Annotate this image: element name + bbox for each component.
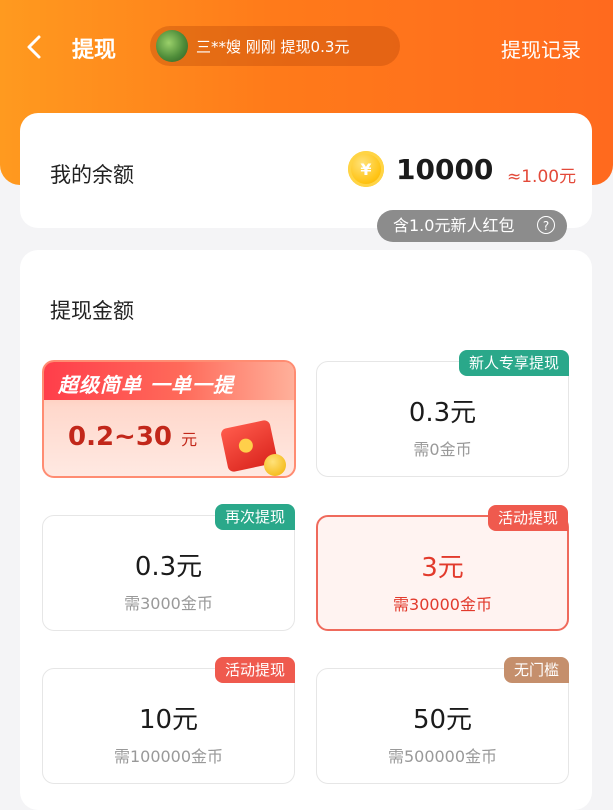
option-amount: 3元	[421, 553, 464, 583]
coin-balance: 10000	[396, 153, 494, 186]
page-title: 提现	[72, 38, 117, 63]
promo-withdraw-option[interactable]: 超级简单 一单一提 0.2~30 元	[42, 360, 296, 478]
option-requirement: 需3000金币	[124, 594, 213, 613]
option-requirement: 需30000金币	[393, 595, 492, 614]
new-user-redpacket-note[interactable]: 含1.0元新人红包 ?	[377, 210, 567, 242]
avatar	[156, 30, 188, 62]
top-nav-bar: 提现 三**嫂 刚刚 提现0.3元 提现记录	[0, 20, 613, 76]
option-amount: 0.3元	[134, 552, 203, 582]
option-tag: 再次提现	[214, 504, 295, 530]
option-tag: 新人专享提现	[458, 350, 569, 376]
option-requirement: 需0金币	[413, 440, 472, 459]
option-tag: 无门槛	[503, 657, 569, 683]
withdraw-option-3-selected[interactable]: 活动提现 3元 需30000金币	[316, 505, 569, 631]
balance-approx-value: ≈1.00元	[507, 167, 577, 187]
coin-icon	[264, 454, 286, 476]
redpacket-note-text: 含1.0元新人红包	[393, 216, 515, 235]
promo-range: 0.2~30 元	[68, 422, 197, 452]
coin-icon: ¥	[348, 151, 384, 187]
help-icon[interactable]: ?	[537, 216, 555, 234]
withdraw-option-0-3-new[interactable]: 新人专享提现 0.3元 需0金币	[316, 350, 569, 477]
option-tag: 活动提现	[487, 505, 568, 531]
option-amount: 50元	[412, 705, 473, 735]
option-tag: 活动提现	[214, 657, 295, 683]
withdraw-option-0-3-again[interactable]: 再次提现 0.3元 需3000金币	[42, 504, 295, 631]
promo-slogan: 超级简单 一单一提	[58, 373, 234, 397]
option-requirement: 需500000金币	[387, 747, 498, 766]
balance-label: 我的余额	[50, 163, 134, 187]
withdraw-option-50[interactable]: 无门槛 50元 需500000金币	[316, 657, 569, 784]
withdraw-option-10[interactable]: 活动提现 10元 需100000金币	[42, 657, 295, 784]
back-arrow-icon[interactable]	[22, 34, 48, 60]
withdraw-record-link[interactable]: 提现记录	[501, 34, 581, 63]
promo-range-unit: 元	[181, 430, 198, 449]
withdraw-ticker: 三**嫂 刚刚 提现0.3元	[150, 26, 400, 66]
option-requirement: 需100000金币	[113, 747, 224, 766]
ticker-message: 三**嫂 刚刚 提现0.3元	[196, 38, 350, 56]
promo-range-value: 0.2~30	[68, 422, 173, 452]
withdraw-amount-card: 提现金额 超级简单 一单一提 0.2~30 元 新人专享提现 0.3元 需0金币…	[20, 250, 592, 810]
option-amount: 0.3元	[408, 398, 477, 428]
section-title: 提现金额	[50, 299, 134, 323]
option-amount: 10元	[138, 705, 199, 735]
